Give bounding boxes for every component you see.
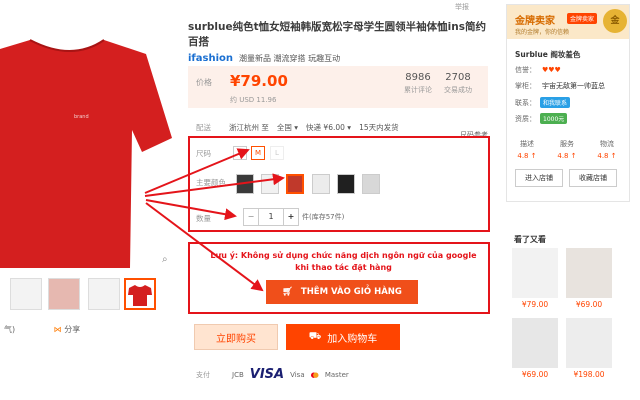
share-icon: ⋈ bbox=[53, 325, 62, 334]
price-label: 价格 bbox=[196, 78, 212, 87]
payment-row: 支付 JCB VISA Visa ●● Master bbox=[196, 367, 349, 382]
share-row: 气) ⋈ 分享 bbox=[4, 324, 80, 335]
price-usd: 约 USD 11.96 bbox=[230, 96, 277, 104]
shipping-row: 配送 浙江杭州 至 全国 ▾ 快递 ¥6.00 ▾ 15天内发货 bbox=[196, 122, 399, 133]
recommend-title: 看了又看 bbox=[514, 235, 546, 244]
warning-line-1: Lưu ý: Không sử dụng chức năng dịch ngôn… bbox=[210, 251, 477, 260]
gold-seller-banner: 金牌卖家 金牌卖家 我的金牌，你的信赖 金 bbox=[507, 5, 629, 39]
partial-text: 气) bbox=[4, 325, 16, 334]
shop-name[interactable]: Surblue 阁妆羞色 bbox=[515, 49, 580, 60]
jcb-logo: JCB bbox=[232, 370, 244, 379]
recommend-item[interactable]: ¥198.00 bbox=[566, 318, 612, 379]
gold-seller-slogan: 我的金牌，你的信赖 bbox=[515, 29, 570, 36]
review-count[interactable]: 8986 累计评论 bbox=[404, 72, 432, 95]
sales-count: 2708 交易成功 bbox=[444, 72, 472, 94]
ship-from: 浙江杭州 至 bbox=[229, 123, 269, 132]
share-link[interactable]: 分享 bbox=[64, 325, 80, 334]
product-main-image[interactable]: brand bbox=[0, 18, 178, 268]
recommend-item[interactable]: ¥69.00 bbox=[566, 248, 612, 309]
price-value: ¥79.00 bbox=[230, 72, 288, 90]
enter-shop-button[interactable]: 进入店铺 bbox=[515, 169, 563, 187]
translation-warning: Lưu ý: Không sử dụng chức năng dịch ngôn… bbox=[206, 250, 481, 274]
recommend-item[interactable]: ¥79.00 bbox=[512, 248, 558, 309]
payment-label: 支付 bbox=[196, 370, 210, 379]
shop-owner-row: 掌柜： 宇宙无敌第一帅蓝总 bbox=[515, 82, 605, 90]
express-select[interactable]: 快递 ¥6.00 ▾ bbox=[306, 122, 351, 133]
brand-row: ifashion 潮量新品 潮流穿搭 玩趣互动 bbox=[188, 53, 340, 64]
favorite-shop-button[interactable]: 收藏店铺 bbox=[569, 169, 617, 187]
ship-to-select[interactable]: 全国 ▾ bbox=[277, 122, 298, 133]
buy-now-button[interactable]: 立即购买 bbox=[194, 324, 278, 350]
ifashion-logo[interactable]: ifashion bbox=[188, 53, 233, 64]
gold-seller-title: 金牌卖家 bbox=[515, 16, 555, 27]
master-label: Master bbox=[324, 370, 349, 379]
cart-icon: ⛟ bbox=[308, 330, 322, 342]
brand-tagline: 潮量新品 潮流穿搭 玩趣互动 bbox=[239, 54, 341, 63]
visa-label: Visa bbox=[290, 370, 305, 379]
shop-contact-row: 联系： 和我联系 bbox=[515, 97, 571, 108]
visa-logo: VISA bbox=[249, 367, 285, 382]
recommend-item[interactable]: ¥69.00 bbox=[512, 318, 558, 379]
shop-credit-row: 信誉： ♥♥♥ bbox=[515, 66, 561, 74]
dsr-logistics: 物流 4.8 ↑ bbox=[597, 140, 617, 160]
thumbnail-4[interactable] bbox=[124, 278, 156, 310]
cart-icon: 🛒︎ bbox=[282, 287, 293, 297]
zoom-icon[interactable]: ⌕ bbox=[162, 254, 168, 265]
gold-seller-badge: 金牌卖家 bbox=[567, 13, 598, 24]
shipping-label: 配送 bbox=[196, 123, 211, 132]
deposit-badge: 1000元 bbox=[540, 113, 568, 124]
red-tshirt-image: brand bbox=[0, 39, 172, 268]
product-title: surblue纯色t恤女短袖韩版宽松字母学生圆领半袖体恤ins简约百搭 bbox=[188, 21, 486, 48]
dsr-description: 描述 4.8 ↑ bbox=[517, 140, 537, 160]
contact-seller-button[interactable]: 和我联系 bbox=[540, 97, 571, 108]
add-to-cart-button[interactable]: ⛟ 加入购物车 bbox=[286, 324, 400, 350]
report-link[interactable]: 举报 bbox=[455, 2, 469, 12]
shop-info-panel: 金牌卖家 金牌卖家 我的金牌，你的信赖 金 Surblue 阁妆羞色 信誉： ♥♥… bbox=[506, 4, 630, 202]
thumbnail-1[interactable] bbox=[10, 278, 42, 310]
dsr-service: 服务 4.8 ↑ bbox=[557, 140, 577, 160]
thumbnail-2[interactable] bbox=[48, 278, 80, 310]
mastercard-icon: ●● bbox=[310, 370, 319, 379]
warning-line-2: khi thao tác đặt hàng bbox=[295, 263, 392, 272]
delivery-time: 15天内发货 bbox=[359, 123, 399, 132]
svg-text:brand: brand bbox=[74, 114, 89, 120]
thumbnail-3[interactable] bbox=[88, 278, 120, 310]
options-highlight-frame bbox=[188, 136, 490, 232]
gold-medal-icon: 金 bbox=[603, 9, 627, 33]
price-box: 价格 ¥79.00 约 USD 11.96 8986 累计评论 2708 交易成功 bbox=[188, 66, 488, 108]
add-to-cart-vn-button[interactable]: 🛒︎ THÊM VÀO GIỎ HÀNG bbox=[266, 280, 418, 304]
shop-qualification-row: 资质： 1000元 bbox=[515, 113, 568, 124]
